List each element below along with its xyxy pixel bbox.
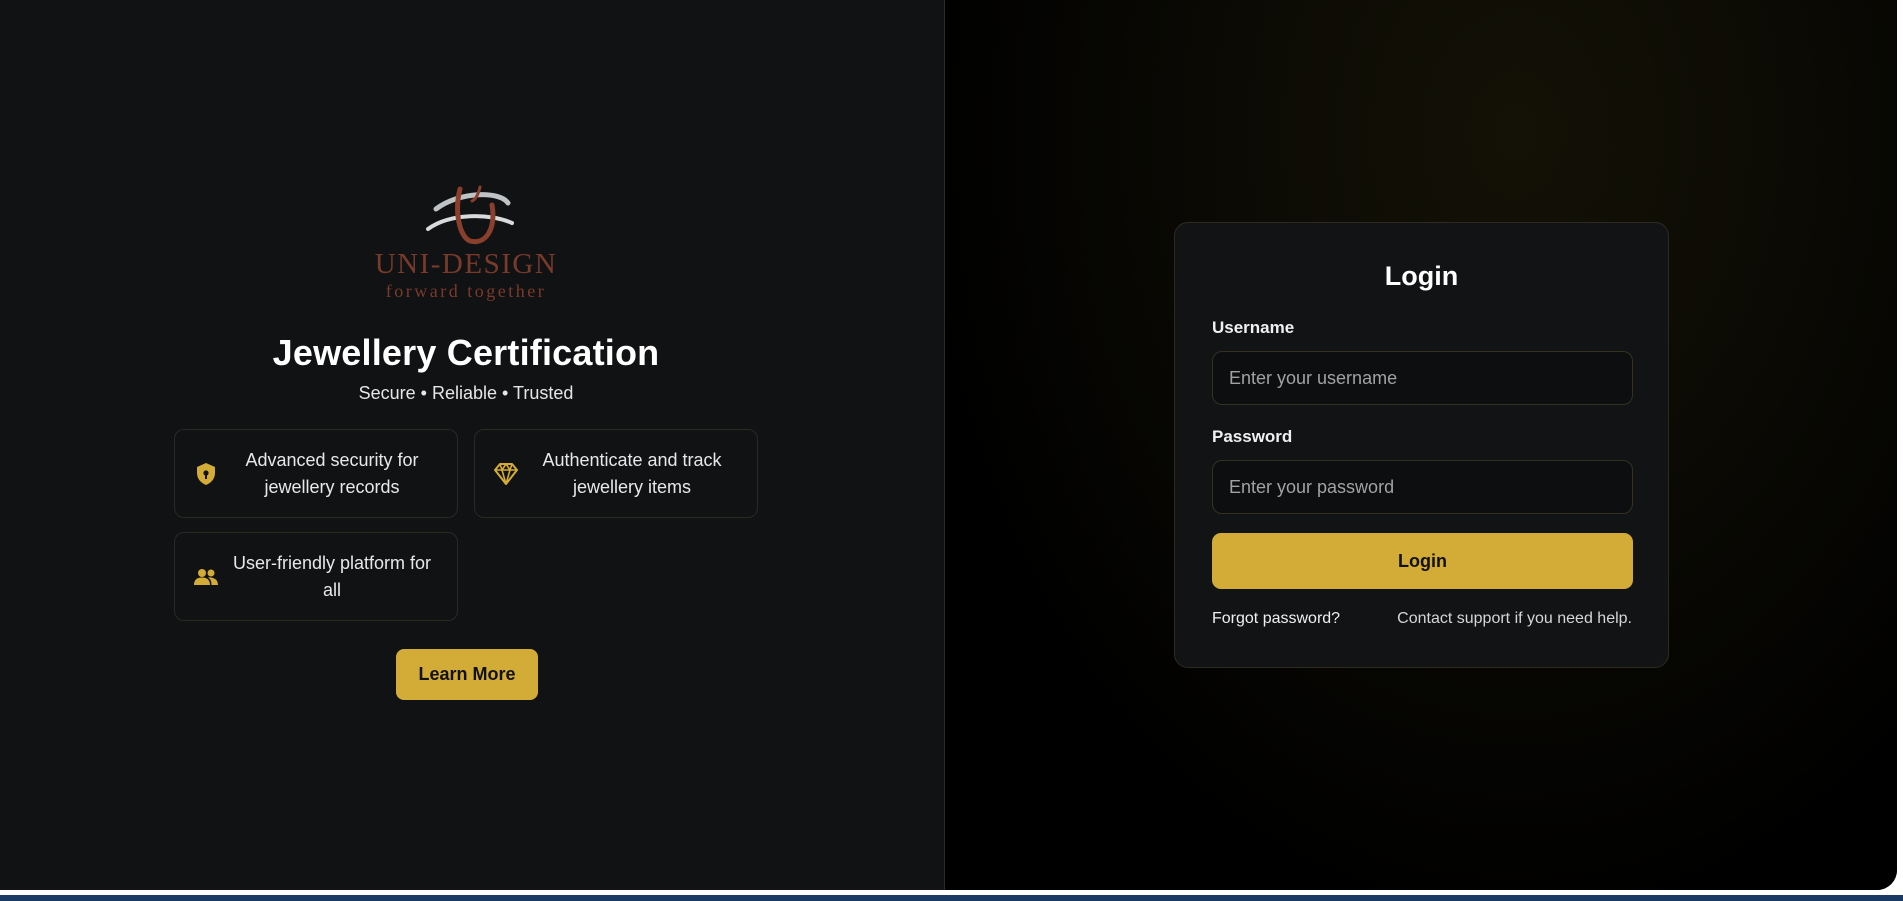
uni-design-logo: UNI-DESIGN forward together (350, 185, 582, 305)
login-card: Login Username Password Login Forgot pas… (1174, 222, 1669, 668)
page-subtitle: Secure • Reliable • Trusted (358, 383, 574, 403)
diamond-icon (489, 462, 523, 486)
logo-tagline: forward together (386, 281, 546, 301)
taskbar-edge (0, 895, 1903, 901)
info-panel: UNI-DESIGN forward together Jewellery Ce… (0, 0, 945, 890)
users-icon (189, 567, 223, 587)
feature-card-authenticate: Authenticate and track jewellery items (474, 429, 758, 518)
page-title: Jewellery Certification (272, 332, 660, 373)
feature-card-security: Advanced security for jewellery records (174, 429, 458, 518)
login-panel: Login Username Password Login Forgot pas… (945, 0, 1897, 890)
app-viewport: UNI-DESIGN forward together Jewellery Ce… (0, 0, 1897, 890)
password-input[interactable] (1212, 460, 1633, 514)
feature-card-platform: User-friendly platform for all (174, 532, 458, 621)
feature-text: User-friendly platform for all (232, 552, 432, 600)
username-input[interactable] (1212, 351, 1633, 405)
support-text: Contact support if you need help. (1397, 610, 1632, 627)
feature-text: Advanced security for jewellery records (245, 449, 419, 497)
username-label: Username (1212, 318, 1295, 337)
feature-text: Authenticate and track jewellery items (542, 449, 722, 497)
login-title: Login (1384, 261, 1459, 291)
password-label: Password (1212, 427, 1293, 446)
logo-wordmark: UNI-DESIGN (375, 248, 558, 280)
login-button[interactable]: Login (1212, 533, 1633, 589)
forgot-password-link[interactable]: Forgot password? (1212, 610, 1340, 628)
shield-lock-icon (189, 462, 223, 486)
learn-more-button[interactable]: Learn More (396, 649, 538, 700)
